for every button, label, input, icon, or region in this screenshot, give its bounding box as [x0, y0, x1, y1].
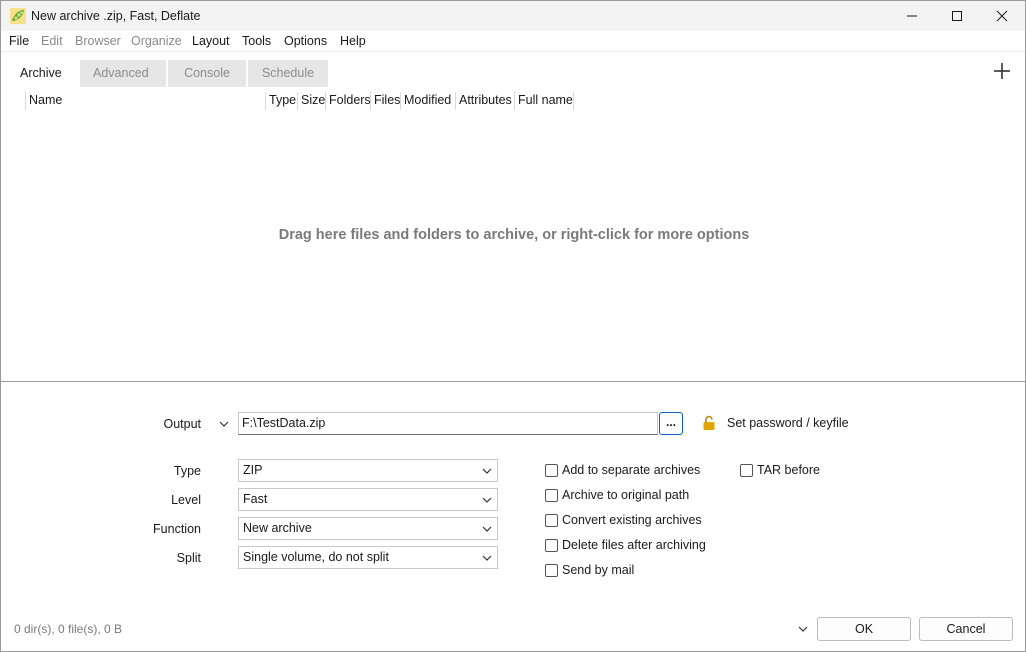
- column-attributes[interactable]: Attributes: [456, 92, 515, 110]
- output-label: Output: [163, 417, 201, 431]
- maximize-icon: [952, 11, 962, 21]
- output-path-input[interactable]: F:\TestData.zip: [238, 412, 658, 435]
- delete-files-after-archiving-checkbox[interactable]: Delete files after archiving: [545, 538, 706, 552]
- function-value: New archive: [243, 521, 312, 535]
- split-select[interactable]: Single volume, do not split: [238, 546, 498, 569]
- menu-file[interactable]: File: [9, 34, 29, 48]
- app-window: New archive .zip, Fast, Deflate File Edi…: [0, 0, 1026, 652]
- menu-bar: File Edit Browser Organize Layout Tools …: [1, 31, 1025, 52]
- menu-edit[interactable]: Edit: [41, 34, 63, 48]
- ok-button[interactable]: OK: [817, 617, 911, 641]
- menu-tools[interactable]: Tools: [242, 34, 271, 48]
- menu-organize[interactable]: Organize: [131, 34, 182, 48]
- close-icon: [996, 10, 1008, 22]
- column-size[interactable]: Size: [298, 92, 326, 110]
- panel-divider[interactable]: [1, 381, 1025, 382]
- column-full-name[interactable]: Full name: [515, 92, 574, 110]
- column-folders[interactable]: Folders: [326, 92, 371, 110]
- column-files[interactable]: Files: [371, 92, 401, 110]
- send-by-mail-checkbox[interactable]: Send by mail: [545, 563, 634, 577]
- menu-browser[interactable]: Browser: [75, 34, 121, 48]
- new-tab-button[interactable]: [991, 60, 1013, 82]
- maximize-button[interactable]: [934, 1, 980, 31]
- chevron-down-icon: [482, 526, 492, 532]
- checkbox-box[interactable]: [545, 563, 558, 577]
- type-value: ZIP: [243, 463, 263, 477]
- menu-help[interactable]: Help: [340, 34, 366, 48]
- window-title: New archive .zip, Fast, Deflate: [31, 9, 201, 23]
- tar-before-checkbox[interactable]: TAR before: [740, 463, 820, 477]
- column-modified[interactable]: Modified: [401, 92, 456, 110]
- column-name[interactable]: Name: [26, 92, 266, 110]
- checkbox-box[interactable]: [545, 513, 558, 527]
- menu-options[interactable]: Options: [284, 34, 327, 48]
- set-password-link[interactable]: Set password / keyfile: [727, 416, 849, 430]
- checkbox-label: Delete files after archiving: [562, 538, 706, 552]
- level-value: Fast: [243, 492, 268, 506]
- menu-layout[interactable]: Layout: [192, 34, 230, 48]
- convert-existing-archives-checkbox[interactable]: Convert existing archives: [545, 513, 702, 527]
- split-value: Single volume, do not split: [243, 550, 389, 564]
- level-select[interactable]: Fast: [238, 488, 498, 511]
- checkbox-label: Add to separate archives: [562, 463, 701, 477]
- title-bar: New archive .zip, Fast, Deflate: [1, 1, 1025, 31]
- chevron-down-icon[interactable]: [217, 417, 231, 431]
- column-type[interactable]: Type: [266, 92, 298, 110]
- close-button[interactable]: [979, 1, 1025, 31]
- tab-advanced[interactable]: Advanced: [80, 60, 166, 87]
- checkbox-label: TAR before: [757, 463, 820, 477]
- chevron-down-icon: [482, 497, 492, 503]
- chevron-down-icon[interactable]: [796, 622, 810, 636]
- chevron-down-icon: [482, 555, 492, 561]
- function-select[interactable]: New archive: [238, 517, 498, 540]
- add-to-separate-archives-checkbox[interactable]: Add to separate archives: [545, 463, 700, 477]
- checkbox-box[interactable]: [545, 463, 558, 477]
- level-label: Level: [171, 493, 201, 507]
- type-select[interactable]: ZIP: [238, 459, 498, 482]
- drop-area-hint[interactable]: Drag here files and folders to archive, …: [1, 227, 1026, 243]
- checkbox-label: Convert existing archives: [562, 513, 702, 527]
- type-label: Type: [173, 464, 201, 478]
- checkbox-box[interactable]: [545, 488, 558, 502]
- checkbox-label: Archive to original path: [562, 488, 690, 502]
- browse-button[interactable]: ...: [659, 412, 683, 435]
- tab-console[interactable]: Console: [168, 60, 246, 87]
- lock-icon[interactable]: [702, 415, 716, 431]
- minimize-icon: [907, 15, 917, 17]
- checkbox-box[interactable]: [545, 538, 558, 552]
- checkbox-box[interactable]: [740, 463, 753, 477]
- cancel-button[interactable]: Cancel: [919, 617, 1013, 641]
- peazip-logo-icon: [10, 8, 26, 24]
- archive-to-original-path-checkbox[interactable]: Archive to original path: [545, 488, 689, 502]
- tab-archive[interactable]: Archive: [7, 60, 75, 87]
- plus-icon: [994, 63, 1010, 79]
- tab-schedule[interactable]: Schedule: [248, 60, 328, 87]
- minimize-button[interactable]: [889, 1, 935, 31]
- checkbox-label: Send by mail: [562, 563, 635, 577]
- status-text: 0 dir(s), 0 file(s), 0 B: [14, 622, 123, 636]
- function-label: Function: [153, 522, 201, 536]
- chevron-down-icon: [482, 468, 492, 474]
- split-label: Split: [176, 551, 201, 565]
